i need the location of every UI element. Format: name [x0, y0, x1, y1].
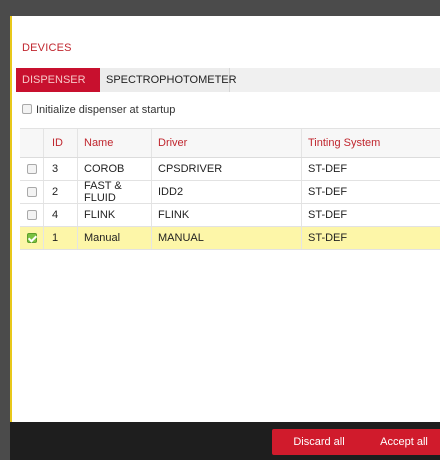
- header-check: [20, 129, 44, 157]
- table-row[interactable]: 2 FAST & FLUID IDD2 ST-DEF: [20, 180, 440, 204]
- row-checkbox[interactable]: [26, 187, 37, 197]
- header-name[interactable]: Name: [78, 129, 152, 157]
- row-check-cell: [20, 158, 44, 180]
- row-driver: MANUAL: [152, 227, 302, 249]
- header-driver[interactable]: Driver: [152, 129, 302, 157]
- accept-all-button[interactable]: Accept all: [358, 429, 440, 455]
- row-checkbox-checked[interactable]: [26, 233, 37, 243]
- row-check-cell: [20, 181, 44, 203]
- dialog-title: DEVICES: [22, 42, 72, 54]
- header-id[interactable]: ID: [44, 129, 78, 157]
- tab-bar: DISPENSER SPECTROPHOTOMETER: [16, 68, 440, 92]
- row-checkbox[interactable]: [26, 210, 37, 220]
- row-driver: FLINK: [152, 204, 302, 226]
- row-name: FLINK: [78, 204, 152, 226]
- tab-dispenser[interactable]: DISPENSER: [16, 68, 100, 92]
- header-tinting-system[interactable]: Tinting System: [302, 129, 440, 157]
- row-tinting-system: ST-DEF: [308, 186, 348, 198]
- row-name: COROB: [78, 158, 152, 180]
- table-row-selected[interactable]: 1 Manual MANUAL ST-DEF: [20, 227, 440, 250]
- row-tinting-system: ST-DEF: [308, 163, 348, 175]
- row-tinting-system: ST-DEF: [308, 209, 348, 221]
- row-checkbox[interactable]: [26, 164, 37, 174]
- row-driver: IDD2: [152, 181, 302, 203]
- table-header: ID Name Driver Tinting System: [20, 128, 440, 158]
- init-dispenser-option[interactable]: Initialize dispenser at startup: [22, 102, 175, 118]
- row-id: 1: [44, 227, 78, 249]
- row-name: Manual: [78, 227, 152, 249]
- row-id: 4: [44, 204, 78, 226]
- init-dispenser-checkbox[interactable]: [22, 104, 32, 115]
- row-driver: CPSDRIVER: [152, 158, 302, 180]
- table-row[interactable]: 3 COROB CPSDRIVER ST-DEF: [20, 158, 440, 181]
- tab-spectrophotometer[interactable]: SPECTROPHOTOMETER: [100, 68, 237, 92]
- row-name: FAST & FLUID: [78, 180, 152, 204]
- init-dispenser-label: Initialize dispenser at startup: [36, 104, 176, 116]
- devices-table: ID Name Driver Tinting System 3 COROB CP…: [20, 128, 440, 250]
- devices-panel: DEVICES DISPENSER SPECTROPHOTOMETER Init…: [10, 16, 440, 422]
- row-check-cell: [20, 204, 44, 226]
- row-check-cell: [20, 227, 44, 249]
- row-id: 2: [44, 181, 78, 203]
- row-tinting-system: ST-DEF: [308, 232, 348, 244]
- row-id: 3: [44, 158, 78, 180]
- table-row[interactable]: 4 FLINK FLINK ST-DEF: [20, 204, 440, 227]
- dialog-footer: Discard all Accept all: [10, 422, 440, 460]
- discard-all-button[interactable]: Discard all: [272, 429, 366, 455]
